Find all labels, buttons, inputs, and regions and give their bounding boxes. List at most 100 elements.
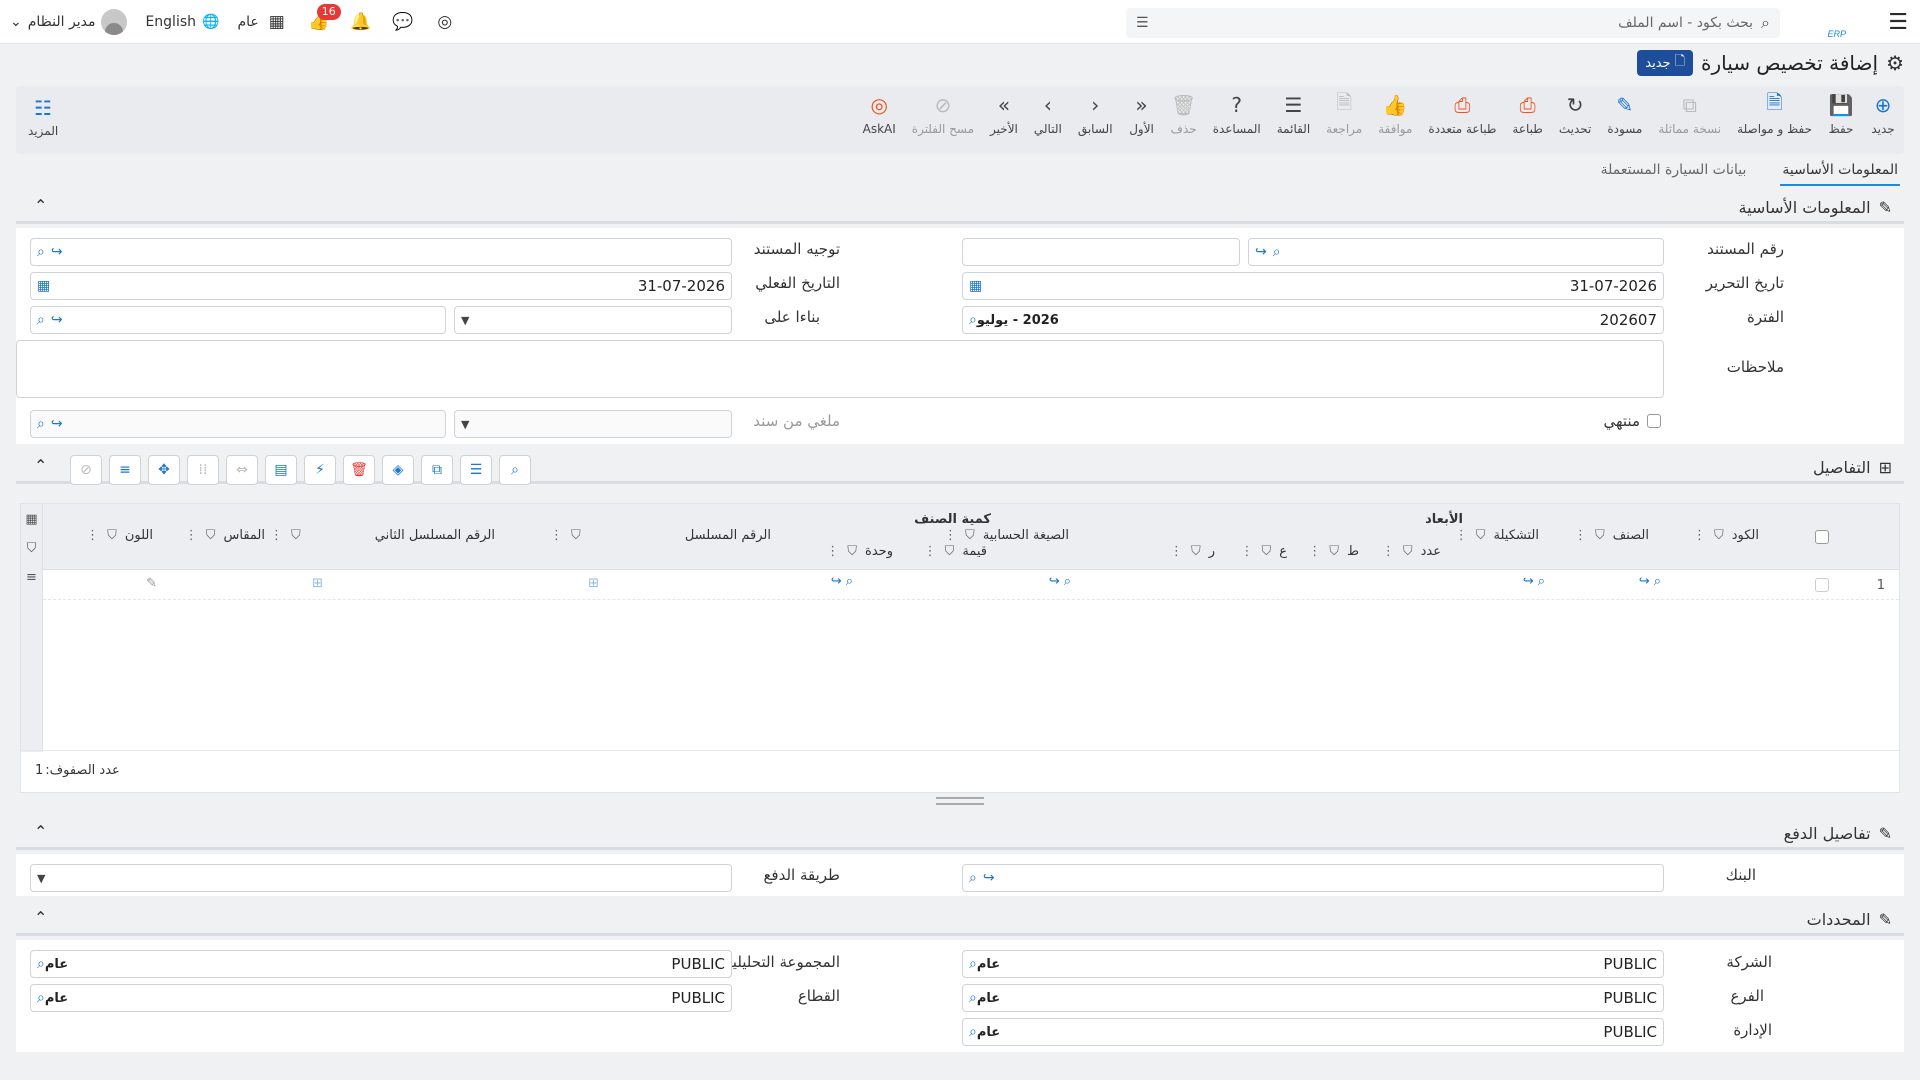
toolbar-review-button[interactable]: 🗎 مراجعة	[1318, 90, 1370, 136]
open-link-icon[interactable]: ↪	[51, 312, 63, 328]
kebab-icon[interactable]: ⋮	[1170, 544, 1183, 559]
based-on-ref-field[interactable]: ↪ ⌕	[30, 306, 446, 334]
filter-icon[interactable]: ⛉	[945, 544, 955, 559]
search-field-icon[interactable]: ⌕	[969, 956, 977, 972]
fit-columns-icon[interactable]: ⇔	[226, 455, 258, 485]
filter-icon[interactable]: ≡	[109, 455, 141, 485]
search-field-icon[interactable]: ⌕	[969, 990, 977, 1006]
tab-used-car-data[interactable]: بيانات السيارة المستعملة	[1599, 158, 1749, 186]
search-field-icon[interactable]: ⌕	[37, 244, 45, 260]
grid-resize-handle[interactable]	[936, 797, 984, 805]
collapse-chevron-icon[interactable]: ⌃	[34, 456, 47, 475]
toolbar-ai-button[interactable]: ◎ AskAI	[855, 92, 904, 136]
col-r[interactable]: ر ⛉ ⋮	[1170, 544, 1215, 559]
col-size[interactable]: المقاس ⛉ ⋮	[185, 528, 265, 543]
payment-header[interactable]: ✎ تفاصيل الدفع ⌃	[16, 818, 1904, 850]
finished-checkbox[interactable]	[1647, 414, 1661, 428]
hamburger-menu-icon[interactable]: ☰	[1888, 10, 1908, 35]
scope-selector[interactable]: عام ▦	[237, 10, 288, 34]
row-checkbox[interactable]	[1815, 578, 1829, 592]
user-menu[interactable]: ⌄ مدير النظام	[10, 9, 128, 35]
search-field-icon[interactable]: ⌕	[37, 990, 45, 1006]
toolbar-save-continue-button[interactable]: 🗎 حفظ و مواصلة	[1729, 90, 1820, 136]
ai-assistant-icon[interactable]: ◎	[433, 10, 457, 34]
col-value[interactable]: قيمة ⛉ ⋮	[924, 544, 987, 559]
bank-field[interactable]: ↪ ⌕	[962, 864, 1664, 892]
kebab-icon[interactable]: ⋮	[1240, 544, 1253, 559]
kebab-icon[interactable]: ⋮	[1574, 528, 1587, 543]
toolbar-list-button[interactable]: ☰ القائمة	[1269, 92, 1318, 136]
kebab-icon[interactable]: ⋮	[185, 528, 198, 543]
doc-direction-field[interactable]: ↪ ⌕	[30, 238, 732, 266]
serial-add-icon[interactable]: ⊞	[588, 576, 599, 591]
formula-search-icon[interactable]: ⌕ ↪	[1049, 574, 1071, 589]
move-icon[interactable]: ✥	[148, 455, 180, 485]
bell-icon[interactable]: 🔔	[349, 10, 373, 34]
filter-icon[interactable]: ⛉	[571, 528, 581, 543]
company-field[interactable]: PUBLIC عام ⌕	[962, 950, 1664, 978]
layers-icon[interactable]: ◈	[382, 455, 414, 485]
department-field[interactable]: PUBLIC عام ⌕	[962, 1018, 1664, 1046]
clear-filter-icon[interactable]: ⊘	[70, 455, 102, 485]
toolbar-first-button[interactable]: « الأول	[1121, 92, 1163, 136]
more-button[interactable]: ☷ المزيد	[28, 96, 58, 138]
global-search[interactable]: ⌕ بحث بكود - اسم الملف ☰	[1126, 8, 1780, 38]
kebab-icon[interactable]: ⋮	[1308, 544, 1321, 559]
col-color[interactable]: اللون ⛉ ⋮	[86, 528, 153, 543]
branch-field[interactable]: PUBLIC عام ⌕	[962, 984, 1664, 1012]
config-search-icon[interactable]: ⌕ ↪	[1523, 574, 1545, 589]
filter-icon[interactable]: ⛉	[965, 528, 975, 543]
toolbar-copy-button[interactable]: ⧉ نسخة مماثلة	[1650, 92, 1729, 136]
col-code[interactable]: الكود ⛉ ⋮	[1693, 528, 1759, 543]
chat-icon[interactable]: 💬	[391, 10, 415, 34]
kebab-icon[interactable]: ⋮	[1382, 544, 1395, 559]
actual-date-field[interactable]: 31-07-2026 ▦	[30, 272, 732, 300]
filter-icon[interactable]: ⛉	[1329, 544, 1339, 559]
analytic-group-field[interactable]: PUBLIC عام ⌕	[30, 950, 732, 978]
toolbar-help-button[interactable]: ? المساعدة	[1205, 92, 1269, 136]
table-row[interactable]: 1 ⌕ ↪ ⌕ ↪ ⌕ ↪ ⌕ ↪ ⊞ ⊞ ✎	[43, 570, 1899, 600]
copy-row-icon[interactable]: ⧉	[421, 455, 453, 485]
run-icon[interactable]: ⚡	[304, 455, 336, 485]
toolbar-draft-button[interactable]: ✎ مسودة	[1599, 92, 1650, 136]
search-field-icon[interactable]: ⌕	[969, 1024, 977, 1040]
delete-row-icon[interactable]: 🗑	[343, 455, 375, 485]
kebab-icon[interactable]: ⋮	[550, 528, 563, 543]
kebab-icon[interactable]: ⋮	[944, 528, 957, 543]
toolbar-clear-filter-button[interactable]: ⊘ مسح الفلترة	[904, 92, 982, 136]
collapse-chevron-icon[interactable]: ⌃	[34, 196, 47, 215]
filter-icon[interactable]: ⛉	[847, 544, 857, 559]
serial2-add-icon[interactable]: ⊞	[312, 576, 323, 591]
col-serial2[interactable]: الرقم المسلسل الثاني ⛉ ⋮	[270, 528, 495, 543]
period-field[interactable]: 202607 2026 - يوليو ⌕	[962, 306, 1664, 334]
collapse-chevron-icon[interactable]: ⌃	[34, 822, 47, 841]
doc-number-field[interactable]: ⌕ ↪	[1248, 238, 1664, 266]
filter-icon[interactable]: ⛉	[1595, 528, 1605, 543]
notes-textarea[interactable]	[16, 340, 1664, 398]
toolbar-last-button[interactable]: » الأخير	[982, 92, 1026, 136]
toolbar-refresh-button[interactable]: ↻ تحديث	[1551, 92, 1600, 136]
dots-grid-icon[interactable]: ⁞⁞	[187, 455, 219, 485]
filter-icon[interactable]: ⛉	[1476, 528, 1486, 543]
search-filter-icon[interactable]: ☰	[1136, 15, 1149, 31]
col-config[interactable]: التشكيلة ⛉ ⋮	[1455, 528, 1539, 543]
calendar-icon[interactable]: ▦	[37, 278, 50, 294]
search-field-icon[interactable]: ⌕	[37, 416, 45, 432]
language-switch[interactable]: English 🌐	[145, 14, 219, 30]
kebab-icon[interactable]: ⋮	[1455, 528, 1468, 543]
search-field-icon[interactable]: ⌕	[37, 312, 45, 328]
payment-method-select[interactable]: ▼	[30, 864, 732, 892]
filter-icon[interactable]: ⛉	[27, 541, 37, 556]
kebab-icon[interactable]: ⋮	[270, 528, 283, 543]
toolbar-print-button[interactable]: ⎙ طباعة	[1504, 92, 1550, 136]
open-link-icon[interactable]: ↪	[51, 244, 63, 260]
calendar-icon[interactable]: ▦	[969, 278, 982, 294]
select-all-checkbox[interactable]	[1815, 530, 1829, 544]
unit-search-icon[interactable]: ⌕ ↪	[831, 574, 853, 589]
based-on-select[interactable]: ▼	[454, 306, 732, 334]
filter-icon[interactable]: ⛉	[206, 528, 216, 543]
search-field-icon[interactable]: ⌕	[37, 956, 45, 972]
col-count[interactable]: عدد ⛉ ⋮	[1382, 544, 1441, 559]
toolbar-thumbs-up-button[interactable]: 👍 موافقة	[1370, 92, 1420, 136]
toolbar-multi-print-button[interactable]: ⎙ طباعة متعددة	[1420, 92, 1504, 136]
